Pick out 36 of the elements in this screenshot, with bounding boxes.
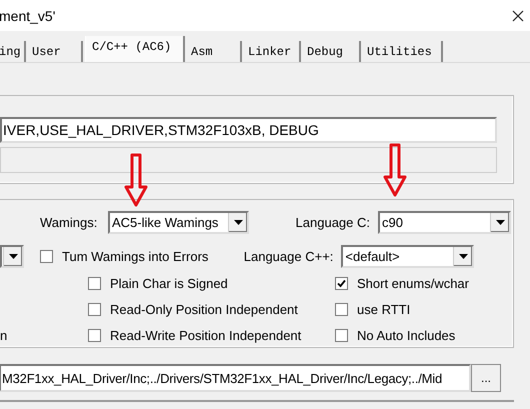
checkbox[interactable] [88, 303, 101, 316]
checkbox-label: Plain Char is Signed [110, 276, 228, 291]
checkbox[interactable] [40, 250, 53, 263]
language-cpp-label: Language C++: [242, 249, 334, 264]
checkbox-label: use RTTI [357, 302, 410, 317]
checkbox-label: Short enums/wchar [357, 276, 469, 291]
warnings-label: Wamings: [40, 215, 98, 230]
caret-icon [458, 254, 468, 259]
define-field[interactable]: IVER,USE_HAL_DRIVER,STM32F103xB, DEBUG [0, 117, 497, 143]
checkbox[interactable] [335, 277, 348, 290]
dropdown[interactable] [0, 245, 24, 268]
language-c-dropdown[interactable]: c90 [378, 211, 511, 234]
undefine-field[interactable] [0, 147, 497, 173]
language-cpp-dropdown[interactable]: <default> [341, 245, 474, 268]
checkbox[interactable] [335, 329, 348, 342]
checkbox[interactable] [88, 329, 101, 342]
checkbox-label: Tum Wamings into Errors [62, 249, 208, 264]
browse-button[interactable]: ... [471, 364, 501, 392]
checkbox-label: No Auto Includes [357, 328, 456, 343]
checkbox[interactable] [88, 277, 101, 290]
include-paths-field[interactable]: M32F1xx_HAL_Driver/Inc;../Drivers/STM32F1xx_HAL_Driver/Inc/Legacy;../Mid [0, 364, 471, 392]
caret-icon [8, 254, 18, 259]
tab[interactable]: ing [0, 41, 26, 62]
checkbox-label: Read-Write Position Independent [110, 328, 302, 343]
window-title: ment_v5' [0, 8, 56, 24]
option-label: n [0, 328, 8, 343]
close-icon[interactable] [512, 10, 524, 22]
tab[interactable]: C/C++ (AC6) [85, 36, 185, 62]
down-arrow-icon [383, 143, 407, 197]
language-c-label: Language C: [294, 215, 370, 230]
warnings-dropdown[interactable]: AC5-like Wamings [108, 211, 249, 234]
caret-icon [234, 220, 242, 225]
checkbox[interactable] [335, 303, 348, 316]
down-arrow-icon [124, 153, 148, 207]
caret-icon [496, 220, 504, 225]
checkbox-label: Read-Only Position Independent [110, 302, 298, 317]
